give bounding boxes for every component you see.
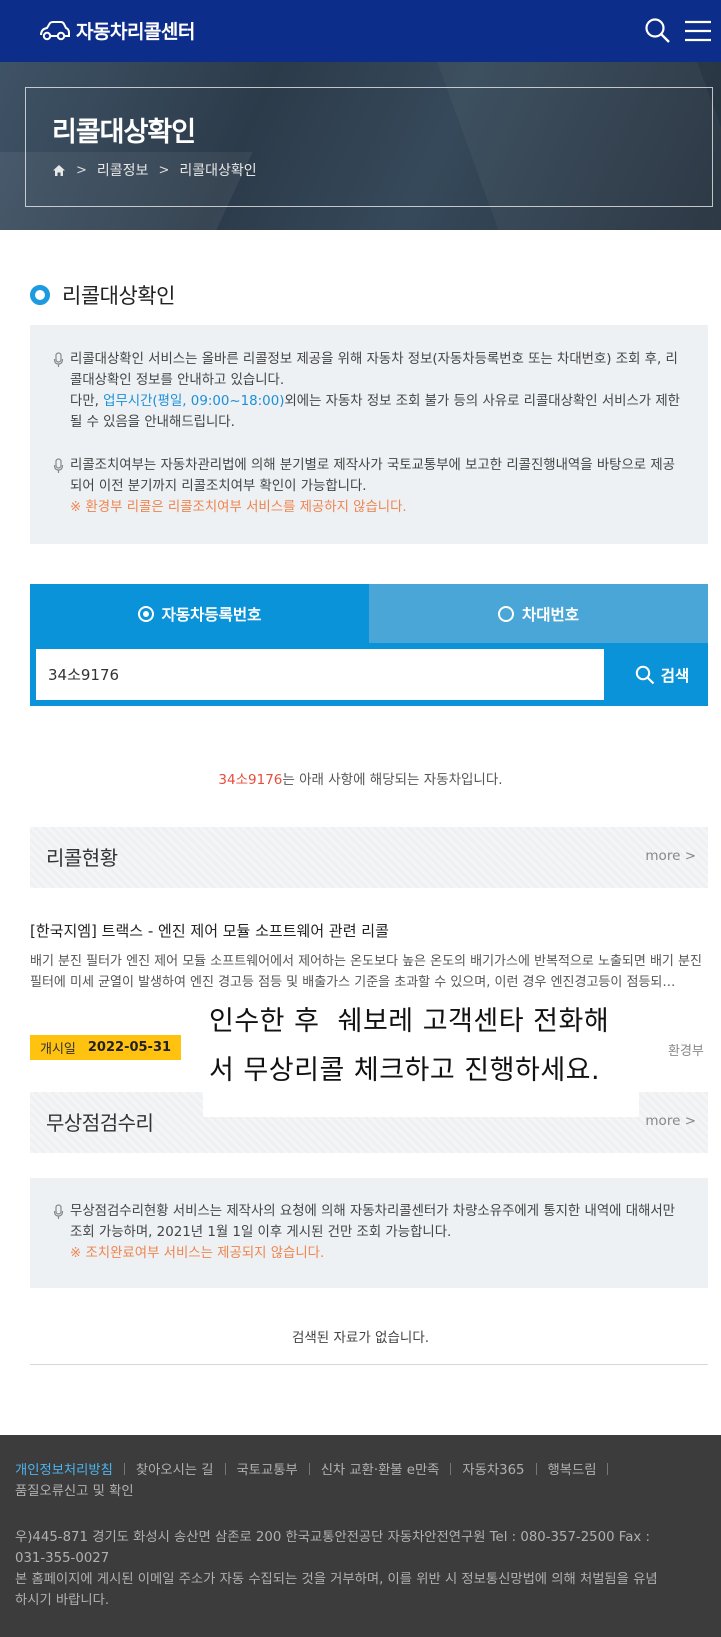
- logo-text: 자동차리콜센터: [76, 21, 195, 43]
- footer-link-directions[interactable]: 찾아오시는 길: [136, 1460, 214, 1481]
- more-link[interactable]: more >: [645, 848, 696, 864]
- more-label: more: [645, 848, 681, 864]
- footer-links: 개인정보처리방침 찾아오시는 길 국토교통부 신차 교환·환불 e만족 자동차365 행복…: [15, 1460, 705, 1502]
- notice-text: 무상점검수리현황 서비스는 제작사의 요청에 의해 자동차리콜센터가 차량소유주…: [70, 1204, 675, 1240]
- more-link[interactable]: more >: [645, 1113, 696, 1129]
- radio-checked-icon: [137, 605, 154, 622]
- divider: [535, 1463, 537, 1475]
- date-value: 2022-05-31: [87, 1040, 172, 1055]
- overlay-line: 인수한 후 쉐보레 고객센타 전화해: [209, 1006, 610, 1037]
- free-repair-notice: 무상점검수리현황 서비스는 제작사의 요청에 의해 자동차리콜센터가 차량소유주…: [30, 1178, 708, 1288]
- empty-result-message: 검색된 자료가 없습니다.: [291, 1330, 430, 1346]
- divider: [123, 1463, 125, 1475]
- notice-text: 리콜대상확인 서비스는 올바른 리콜정보 제공을 위해 자동차 정보(자동차등록…: [70, 352, 678, 388]
- section-title: 리콜대상확인: [30, 280, 175, 310]
- hamburger-menu-icon[interactable]: [683, 16, 713, 46]
- tab-label: 차대번호: [521, 605, 580, 624]
- notice-warning: ※ 환경부 리콜은 리콜조치여부 서비스를 제공하지 않습니다.: [70, 500, 407, 515]
- microphone-icon: [53, 352, 64, 367]
- search-bar: 검색: [30, 643, 708, 706]
- section-title-text: 리콜대상확인: [62, 284, 175, 308]
- chevron-right-icon: >: [684, 1113, 696, 1129]
- site-logo[interactable]: 자동차리콜센터: [38, 17, 195, 44]
- footer-link-car365[interactable]: 자동차365: [462, 1460, 524, 1481]
- search-icon: [635, 665, 655, 684]
- date-label: 개시일: [40, 1042, 76, 1057]
- page-hero-banner: 리콜대상확인 > 리콜정보 > 리콜대상확인: [0, 62, 721, 230]
- search-type-tabs: 자동차등록번호 차대번호: [30, 584, 708, 643]
- page-title: 리콜대상확인: [52, 117, 196, 148]
- microphone-icon: [53, 458, 64, 473]
- notice-warning: ※ 조치완료여부 서비스는 제공되지 않습니다.: [70, 1246, 325, 1261]
- more-label: more: [645, 1113, 681, 1129]
- chevron-right-icon: >: [684, 848, 696, 864]
- footer-address: 우)445-871 경기도 화성시 송산면 삼존로 200 한국교통안전공단 자…: [15, 1530, 650, 1566]
- footer-link-molit[interactable]: 국토교통부: [237, 1460, 298, 1481]
- breadcrumb: > 리콜정보 > 리콜대상확인: [52, 160, 257, 180]
- car-logo-icon: [40, 20, 70, 40]
- search-result-message: 34소9176는 아래 사항에 해당되는 자동차입니다.: [0, 768, 721, 788]
- result-plate: 34소9176: [218, 772, 283, 788]
- site-footer: 개인정보처리방침 찾아오시는 길 국토교통부 신차 교환·환불 e만족 자동차365 행복…: [0, 1435, 721, 1637]
- breadcrumb-item-current[interactable]: 리콜대상확인: [179, 160, 256, 180]
- chevron-right-icon: >: [158, 162, 170, 178]
- tab-vin[interactable]: 차대번호: [369, 584, 708, 643]
- plate-number-input[interactable]: [36, 649, 604, 700]
- search-button[interactable]: 검색: [616, 643, 708, 706]
- divider: [607, 1463, 609, 1475]
- footer-copyright: 본 홈페이지에 게시된 이메일 주소가 자동 수집되는 것을 거부하며, 이를 …: [15, 1572, 658, 1608]
- footer-link-quality-report[interactable]: 품질오류신고 및 확인: [15, 1481, 134, 1502]
- top-header: 자동차리콜센터: [0, 0, 721, 62]
- notice-paragraph: 리콜대상확인 서비스는 올바른 리콜정보 제공을 위해 자동차 정보(자동차등록…: [53, 349, 682, 433]
- notice-paragraph: 리콜조치여부는 자동차관리법에 의해 분기별로 제작사가 국토교통부에 보고한 …: [53, 455, 682, 518]
- footer-link-happy-dream[interactable]: 행복드림: [548, 1460, 597, 1481]
- chevron-right-icon: >: [76, 162, 87, 178]
- home-icon[interactable]: [52, 164, 66, 177]
- hero-frame: 리콜대상확인 > 리콜정보 > 리콜대상확인: [25, 87, 713, 207]
- microphone-icon: [53, 1204, 64, 1219]
- search-icon[interactable]: [643, 16, 673, 46]
- breadcrumb-item[interactable]: 리콜정보: [97, 160, 149, 180]
- divider: [224, 1463, 226, 1475]
- recall-item-title[interactable]: [한국지엠] 트랙스 - 엔진 제어 모듈 소프트웨어 관련 리콜: [30, 920, 389, 941]
- divider: [450, 1463, 452, 1475]
- overlay-line: 서 무상리콜 체크하고 진행하세요.: [209, 1055, 601, 1086]
- agency-label: 환경부: [668, 1044, 704, 1059]
- divider: [308, 1463, 310, 1475]
- recall-info-notice: 리콜대상확인 서비스는 올바른 리콜정보 제공을 위해 자동차 정보(자동차등록…: [30, 325, 708, 544]
- notice-text: 다만,: [70, 394, 104, 409]
- start-date-badge: 개시일 2022-05-31: [30, 1035, 182, 1060]
- result-text: 는 아래 사항에 해당되는 자동차입니다.: [282, 772, 503, 788]
- recall-status-header: 리콜현황 more >: [30, 827, 708, 888]
- footer-link-refund[interactable]: 신차 교환·환불 e만족: [321, 1460, 440, 1481]
- tab-registration-number[interactable]: 자동차등록번호: [30, 584, 369, 643]
- notice-paragraph: 무상점검수리현황 서비스는 제작사의 요청에 의해 자동차리콜센터가 차량소유주…: [53, 1201, 682, 1264]
- recall-status-title: 리콜현황: [46, 846, 118, 870]
- search-button-label: 검색: [660, 666, 690, 685]
- notice-text: 리콜조치여부는 자동차관리법에 의해 분기별로 제작사가 국토교통부에 보고한 …: [70, 458, 675, 494]
- tab-label: 자동차등록번호: [161, 605, 262, 624]
- recall-item-description: 배기 분진 필터가 엔진 제어 모듈 소프트웨어에서 제어하는 온도보다 높은 …: [30, 954, 702, 990]
- business-hours-text: 업무시간(평일, 09:00~18:00): [103, 394, 285, 409]
- free-repair-title: 무상점검수리: [46, 1111, 154, 1135]
- radio-unchecked-icon: [497, 605, 514, 622]
- footer-link-privacy[interactable]: 개인정보처리방침: [15, 1460, 113, 1481]
- circle-bullet-icon: [30, 285, 50, 305]
- overlay-note: 인수한 후 쉐보레 고객센타 전화해 서 무상리콜 체크하고 진행하세요.: [203, 995, 639, 1117]
- divider: [30, 1364, 708, 1365]
